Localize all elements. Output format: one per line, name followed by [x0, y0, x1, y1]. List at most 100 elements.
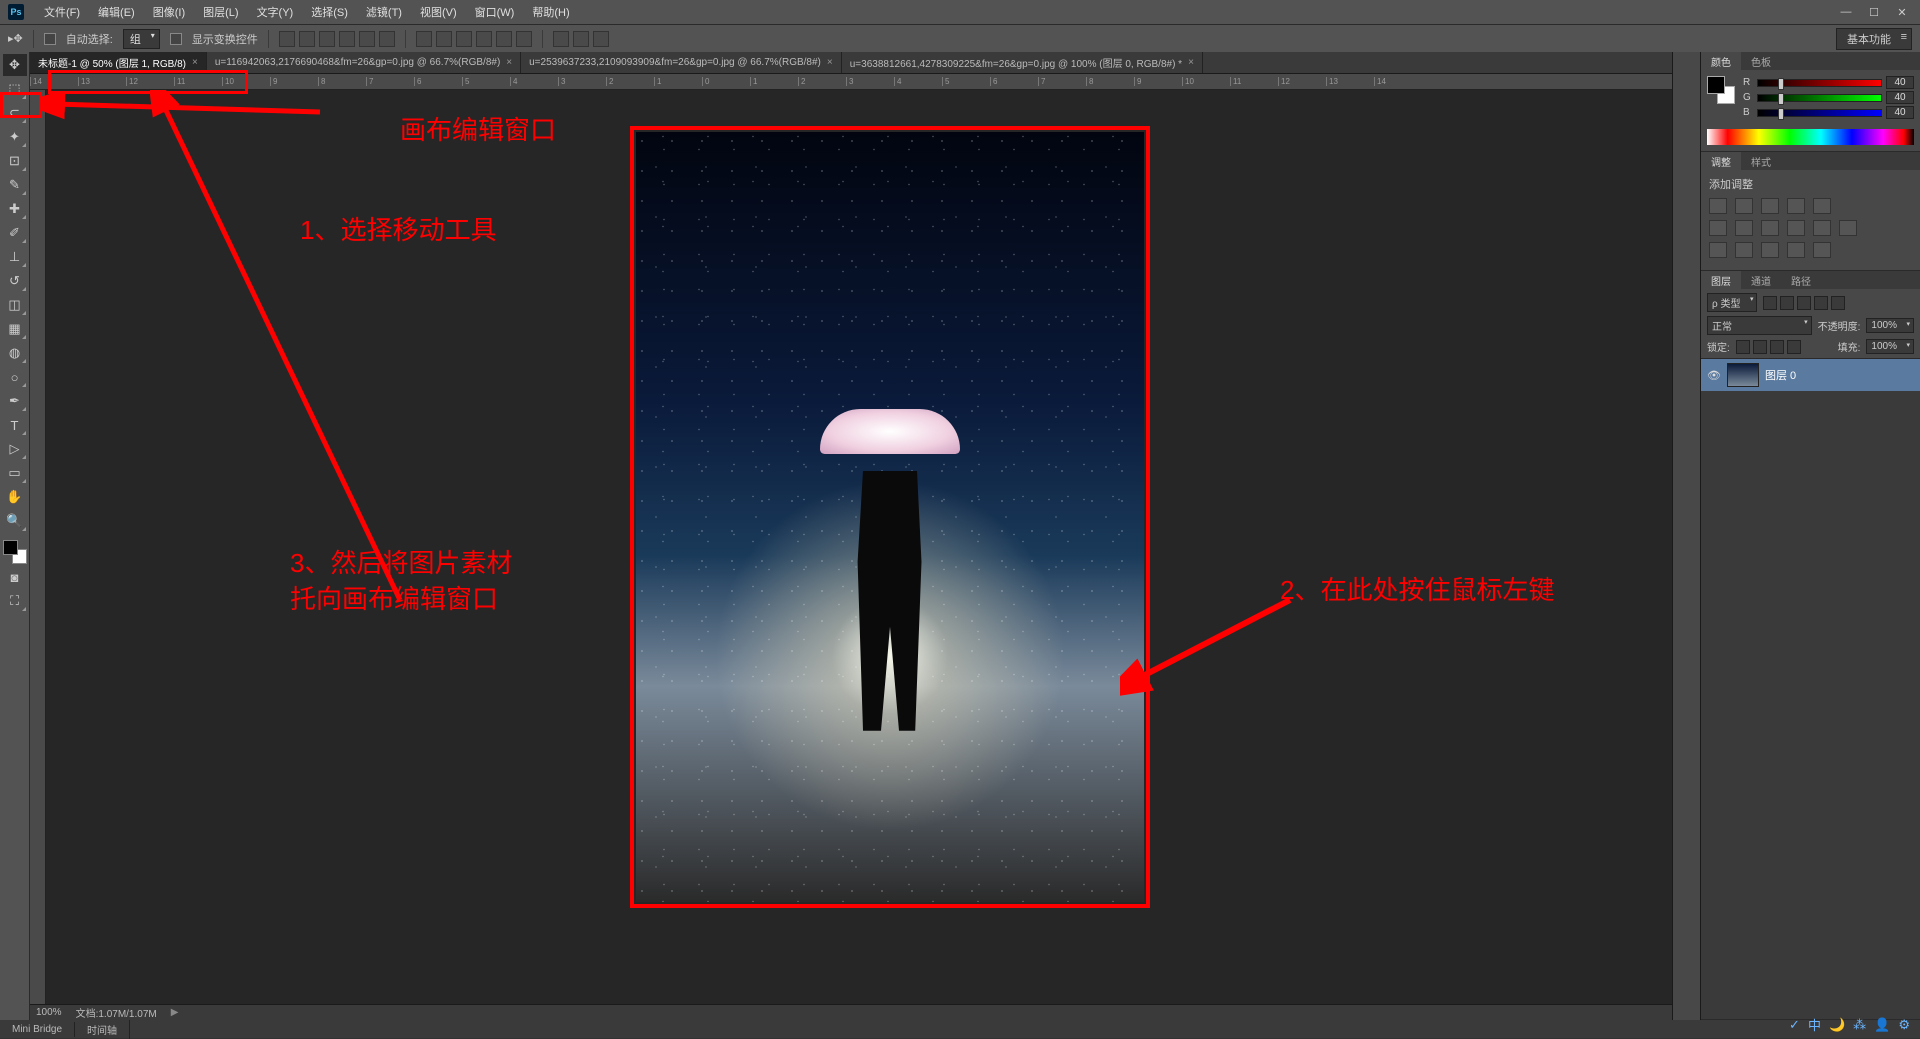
zoom-level[interactable]: 100%: [36, 1007, 62, 1018]
tab-timeline[interactable]: 时间轴: [75, 1020, 130, 1039]
screenmode-tool[interactable]: ⛶: [3, 590, 27, 612]
r-value[interactable]: 40: [1886, 76, 1914, 89]
tab-swatches[interactable]: 色板: [1741, 52, 1781, 71]
lock-trans-icon[interactable]: [1736, 340, 1750, 354]
filter-pixel-icon[interactable]: [1763, 296, 1777, 310]
show-transform-checkbox[interactable]: [170, 33, 182, 45]
auto-select-checkbox[interactable]: [44, 33, 56, 45]
pen-tool[interactable]: ✒: [3, 390, 27, 412]
menu-edit[interactable]: 编辑(E): [90, 1, 143, 23]
adj-hue-icon[interactable]: [1709, 220, 1727, 236]
eyedropper-tool[interactable]: ✎: [3, 174, 27, 196]
hand-tool[interactable]: ✋: [3, 486, 27, 508]
align-hcenter-icon[interactable]: [359, 31, 375, 47]
zoom-tool[interactable]: 🔍: [3, 510, 27, 532]
tab-color[interactable]: 颜色: [1701, 52, 1741, 71]
collapsed-panel-strip[interactable]: [1672, 52, 1700, 1020]
maximize-button[interactable]: ☐: [1864, 6, 1884, 19]
filter-smart-icon[interactable]: [1831, 296, 1845, 310]
vertical-ruler[interactable]: [30, 90, 46, 1004]
dist-3-icon[interactable]: [456, 31, 472, 47]
healing-tool[interactable]: ✚: [3, 198, 27, 220]
foreground-color[interactable]: [3, 540, 18, 555]
adj-photo-icon[interactable]: [1787, 220, 1805, 236]
dist-2-icon[interactable]: [436, 31, 452, 47]
history-brush-tool[interactable]: ↺: [3, 270, 27, 292]
dodge-tool[interactable]: ○: [3, 366, 27, 388]
type-tool[interactable]: T: [3, 414, 27, 436]
g-slider[interactable]: [1757, 94, 1882, 102]
tab-paths[interactable]: 路径: [1781, 271, 1821, 290]
menu-help[interactable]: 帮助(H): [524, 1, 577, 23]
align-vcenter-icon[interactable]: [299, 31, 315, 47]
ime-moon-icon[interactable]: 🌙: [1829, 1017, 1845, 1033]
adj-mixer-icon[interactable]: [1813, 220, 1831, 236]
lock-pos-icon[interactable]: [1770, 340, 1784, 354]
lock-all-icon[interactable]: [1787, 340, 1801, 354]
tool-preset-icon[interactable]: ▸✥: [8, 32, 23, 45]
align-top-icon[interactable]: [279, 31, 295, 47]
menu-view[interactable]: 视图(V): [412, 1, 465, 23]
menu-type[interactable]: 文字(Y): [249, 1, 302, 23]
panel-color-swatch[interactable]: [1707, 76, 1735, 104]
menu-file[interactable]: 文件(F): [36, 1, 88, 23]
close-icon[interactable]: ×: [506, 57, 512, 68]
close-icon[interactable]: ×: [1188, 57, 1194, 68]
status-flyout-icon[interactable]: ▶: [171, 1007, 179, 1018]
dist-5-icon[interactable]: [496, 31, 512, 47]
auto-select-dropdown[interactable]: 组: [123, 29, 160, 49]
layer-filter-dropdown[interactable]: ρ 类型: [1707, 293, 1757, 312]
stamp-tool[interactable]: ⊥: [3, 246, 27, 268]
adj-poster-icon[interactable]: [1735, 242, 1753, 258]
adj-lookup-icon[interactable]: [1839, 220, 1857, 236]
ime-user-icon[interactable]: 👤: [1874, 1017, 1890, 1033]
blend-mode-dropdown[interactable]: 正常: [1707, 316, 1812, 335]
arr-1-icon[interactable]: [553, 31, 569, 47]
layer-thumbnail[interactable]: [1727, 363, 1759, 387]
horizontal-ruler[interactable]: 141312111098765432101234567891011121314: [30, 74, 1672, 90]
shape-tool[interactable]: ▭: [3, 462, 27, 484]
adj-exposure-icon[interactable]: [1787, 198, 1805, 214]
filter-type-icon[interactable]: [1797, 296, 1811, 310]
gradient-tool[interactable]: ▦: [3, 318, 27, 340]
doc-tab-4[interactable]: u=3638812661,4278309225&fm=26&gp=0.jpg @…: [842, 52, 1203, 73]
layer-row[interactable]: 👁 图层 0: [1701, 359, 1920, 391]
adj-thresh-icon[interactable]: [1761, 242, 1779, 258]
tab-minibridge[interactable]: Mini Bridge: [0, 1022, 75, 1037]
tab-styles[interactable]: 样式: [1741, 152, 1781, 171]
dist-4-icon[interactable]: [476, 31, 492, 47]
blur-tool[interactable]: ◍: [3, 342, 27, 364]
adj-select-icon[interactable]: [1813, 242, 1831, 258]
menu-layer[interactable]: 图层(L): [195, 1, 246, 23]
ime-sparkle-icon[interactable]: ⁂: [1853, 1017, 1866, 1033]
move-tool[interactable]: ✥: [3, 54, 27, 76]
r-slider[interactable]: [1757, 79, 1882, 87]
g-value[interactable]: 40: [1886, 91, 1914, 104]
menu-filter[interactable]: 滤镜(T): [358, 1, 410, 23]
adj-brightness-icon[interactable]: [1709, 198, 1727, 214]
align-left-icon[interactable]: [339, 31, 355, 47]
b-value[interactable]: 40: [1886, 106, 1914, 119]
ime-check-icon[interactable]: ✓: [1789, 1017, 1800, 1033]
tab-channels[interactable]: 通道: [1741, 271, 1781, 290]
close-button[interactable]: ✕: [1892, 6, 1912, 19]
visibility-icon[interactable]: 👁: [1707, 368, 1721, 382]
adj-balance-icon[interactable]: [1735, 220, 1753, 236]
path-select-tool[interactable]: ▷: [3, 438, 27, 460]
menu-window[interactable]: 窗口(W): [467, 1, 523, 23]
tab-adjustments[interactable]: 调整: [1701, 152, 1741, 171]
adj-gradmap-icon[interactable]: [1787, 242, 1805, 258]
ime-gear-icon[interactable]: ⚙: [1898, 1017, 1910, 1033]
lock-pixel-icon[interactable]: [1753, 340, 1767, 354]
dist-6-icon[interactable]: [516, 31, 532, 47]
eraser-tool[interactable]: ◫: [3, 294, 27, 316]
arr-3-icon[interactable]: [593, 31, 609, 47]
opacity-value[interactable]: 100%: [1866, 318, 1914, 333]
color-spectrum[interactable]: [1707, 129, 1914, 145]
b-slider[interactable]: [1757, 109, 1882, 117]
layer-name[interactable]: 图层 0: [1765, 367, 1796, 383]
filter-shape-icon[interactable]: [1814, 296, 1828, 310]
fill-value[interactable]: 100%: [1866, 339, 1914, 354]
tab-layers[interactable]: 图层: [1701, 271, 1741, 290]
brush-tool[interactable]: ✐: [3, 222, 27, 244]
